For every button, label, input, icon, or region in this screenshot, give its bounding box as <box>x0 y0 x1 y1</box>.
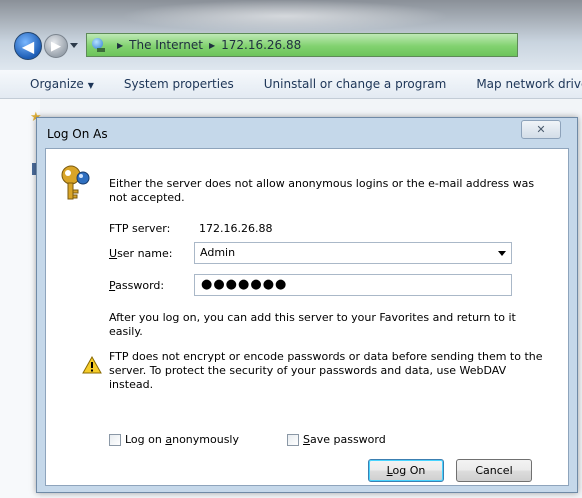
save-password-label: Save password <box>303 433 386 446</box>
checkbox-box[interactable] <box>287 433 299 446</box>
explorer-command-bar: Organize ▼ System properties Uninstall or… <box>0 70 582 99</box>
breadcrumb-server[interactable]: 172.16.26.88 <box>221 38 301 52</box>
key-icon <box>61 165 90 200</box>
warning-icon <box>82 356 102 374</box>
close-button[interactable]: ✕ <box>521 120 561 139</box>
chevron-down-icon: ▼ <box>87 81 94 90</box>
organize-menu[interactable]: Organize ▼ <box>30 77 94 91</box>
chevron-down-icon[interactable] <box>498 251 506 256</box>
password-field[interactable]: ●●●●●●● <box>194 274 512 296</box>
explorer-titlebar: ◀ ▶ ▶ The Internet ▶ 172.16.26.88 <box>0 0 582 70</box>
username-combobox[interactable]: Admin <box>194 242 512 264</box>
dialog-client-area: Either the server does not allow anonymo… <box>45 148 569 486</box>
username-value[interactable]: Admin <box>200 246 235 259</box>
ftp-server-label: FTP server: <box>109 222 171 235</box>
breadcrumb-separator-icon[interactable]: ▶ <box>209 41 215 50</box>
address-bar[interactable]: ▶ The Internet ▶ 172.16.26.88 <box>86 33 518 57</box>
back-arrow-icon: ◀ <box>21 36 35 56</box>
log-on-button[interactable]: Log On <box>368 459 444 482</box>
uninstall-program-button[interactable]: Uninstall or change a program <box>264 77 447 91</box>
save-password-checkbox[interactable]: Save password <box>287 433 386 446</box>
forward-arrow-icon: ▶ <box>51 38 61 54</box>
close-icon: ✕ <box>536 123 546 136</box>
cancel-button[interactable]: Cancel <box>456 459 532 482</box>
log-on-button-label: Log On <box>386 464 426 477</box>
info-text: After you log on, you can add this serve… <box>109 311 516 338</box>
password-label: Password: <box>109 279 165 292</box>
error-message: Either the server does not allow anonymo… <box>109 177 535 204</box>
titlebar-glow <box>120 0 450 32</box>
security-warning-text: FTP does not encrypt or encode passwords… <box>109 350 543 391</box>
password-value[interactable]: ●●●●●●● <box>201 277 287 292</box>
navigation-pane <box>0 99 40 498</box>
checkbox-box[interactable] <box>109 433 121 446</box>
map-network-drive-button[interactable]: Map network drive <box>476 77 582 91</box>
breadcrumb-internet[interactable]: The Internet <box>129 38 203 52</box>
log-on-anonymously-checkbox[interactable]: Log on anonymously <box>109 433 239 446</box>
breadcrumb-separator-icon[interactable]: ▶ <box>117 41 123 50</box>
log-on-anonymously-label: Log on anonymously <box>125 433 239 446</box>
log-on-as-dialog: Log On As ✕ Either the server does not a… <box>36 117 578 493</box>
dialog-title: Log On As <box>47 127 108 141</box>
username-label: User name: <box>109 247 173 260</box>
forward-button[interactable]: ▶ <box>44 34 68 58</box>
recent-pages-dropdown-icon[interactable] <box>70 43 78 48</box>
network-location-icon <box>91 37 107 53</box>
system-properties-button[interactable]: System properties <box>124 77 234 91</box>
back-button[interactable]: ◀ <box>14 32 42 60</box>
ftp-server-value: 172.16.26.88 <box>199 222 273 235</box>
